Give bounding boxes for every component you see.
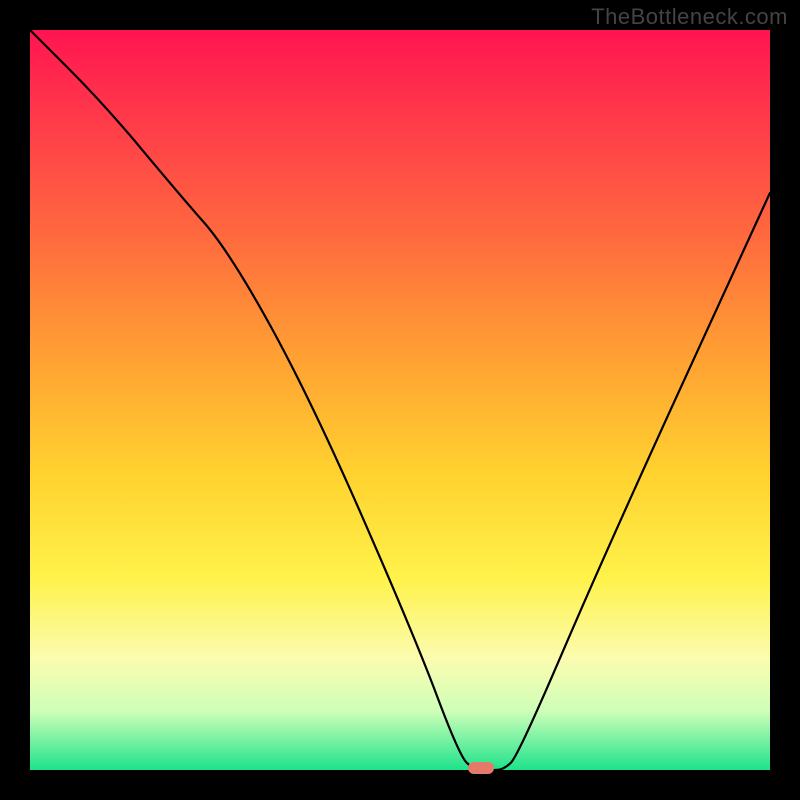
watermark-text: TheBottleneck.com xyxy=(591,4,788,30)
chart-frame: TheBottleneck.com xyxy=(0,0,800,800)
optimal-point-marker xyxy=(468,762,494,774)
plot-area xyxy=(30,30,770,770)
bottleneck-curve-path xyxy=(30,30,770,770)
curve-svg xyxy=(30,30,770,770)
